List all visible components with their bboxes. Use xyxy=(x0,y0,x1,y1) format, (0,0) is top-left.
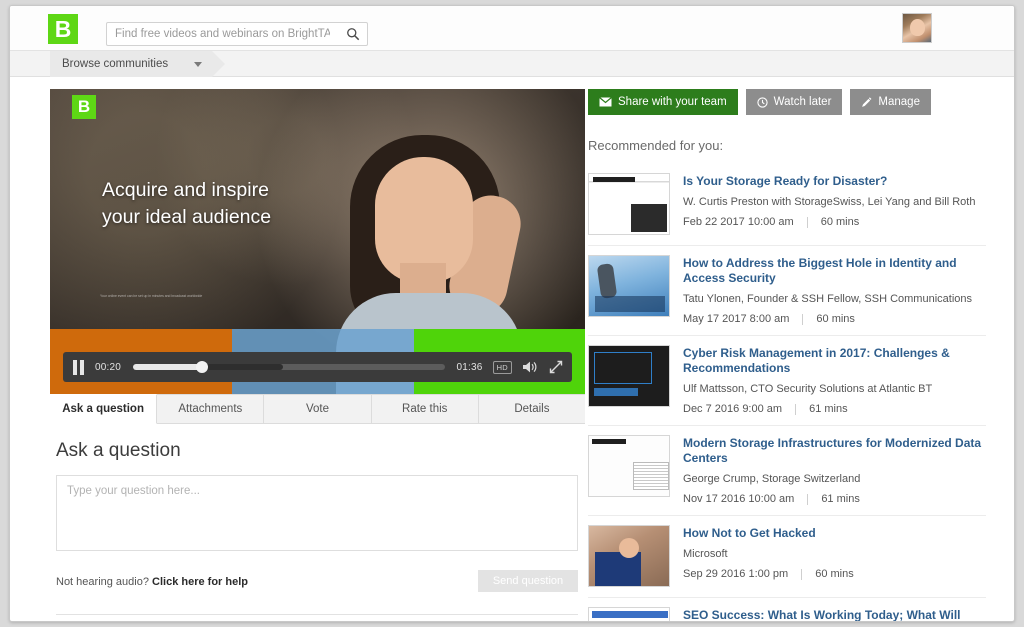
webinar-meta: Feb 22 2017 10:00 am 60 mins xyxy=(683,216,986,228)
list-item[interactable]: How to Address the Biggest Hole in Ident… xyxy=(588,246,986,336)
watch-later-label: Watch later xyxy=(773,96,832,108)
webinar-meta: May 17 2017 8:00 am 60 mins xyxy=(683,313,986,325)
webinar-thumbnail xyxy=(588,435,670,497)
webinar-meta: Sep 29 2016 1:00 pm 60 mins xyxy=(683,568,986,580)
webinar-date: Nov 17 2016 10:00 am xyxy=(683,493,795,505)
webinar-speaker: George Crump, Storage Switzerland xyxy=(683,473,861,485)
video-brand-badge: B xyxy=(72,95,96,119)
video-player[interactable]: Acquire and inspire your ideal audience … xyxy=(50,89,585,394)
volume-icon[interactable] xyxy=(522,360,538,374)
meta-separator xyxy=(807,493,809,505)
brighttalk-logo[interactable]: B xyxy=(48,14,78,44)
webinar-speaker: Tatu Ylonen, Founder & SSH Fellow, SSH C… xyxy=(683,293,972,305)
question-input[interactable] xyxy=(56,475,578,551)
webinar-thumbnail xyxy=(588,255,670,317)
webinar-date: Sep 29 2016 1:00 pm xyxy=(683,568,789,580)
fullscreen-icon[interactable] xyxy=(549,360,563,374)
envelope-icon xyxy=(599,97,612,107)
browse-communities-dropdown[interactable]: Browse communities xyxy=(50,51,225,77)
webinar-meta: Dec 7 2016 9:00 am 61 mins xyxy=(683,403,986,415)
search-box[interactable] xyxy=(106,22,368,46)
list-item[interactable]: Cyber Risk Management in 2017: Challenge… xyxy=(588,336,986,426)
webinar-meta: Nov 17 2016 10:00 am 61 mins xyxy=(683,493,986,505)
webinar-speaker: W. Curtis Preston with StorageSwiss, Lei… xyxy=(683,196,976,208)
tab-rate-this[interactable]: Rate this xyxy=(371,394,479,423)
tab-vote[interactable]: Vote xyxy=(264,394,372,423)
player-tabs: Ask a question Attachments Vote Rate thi… xyxy=(50,394,586,424)
ask-question-title: Ask a question xyxy=(56,440,181,461)
webinar-duration: 60 mins xyxy=(816,313,855,325)
webinar-duration: 61 mins xyxy=(821,493,860,505)
webinar-duration: 60 mins xyxy=(815,568,854,580)
browse-communities-label: Browse communities xyxy=(62,58,169,70)
browser-page: B Browse communities xyxy=(9,5,1015,622)
webinar-speaker: Microsoft xyxy=(683,548,728,560)
played-bar xyxy=(133,364,202,370)
pencil-icon xyxy=(862,96,872,107)
webinar-date: Dec 7 2016 9:00 am xyxy=(683,403,783,415)
list-item[interactable]: SEO Success: What Is Working Today; What… xyxy=(588,598,986,621)
elapsed-time: 00:20 xyxy=(95,361,122,373)
tab-details[interactable]: Details xyxy=(478,394,586,423)
avatar[interactable] xyxy=(902,13,932,43)
player-column: Acquire and inspire your ideal audience … xyxy=(50,89,586,621)
pause-icon[interactable] xyxy=(72,359,86,375)
clock-icon xyxy=(757,96,768,108)
video-headline-line2: your ideal audience xyxy=(102,206,272,228)
chevron-down-icon xyxy=(194,61,202,67)
meta-separator xyxy=(801,568,803,580)
list-item[interactable]: How Not to Get Hacked Microsoft Sep 29 2… xyxy=(588,516,986,598)
share-with-team-button[interactable]: Share with your team xyxy=(588,89,738,115)
tab-ask-a-question[interactable]: Ask a question xyxy=(50,394,158,424)
manage-label: Manage xyxy=(878,96,920,108)
webinar-duration: 60 mins xyxy=(820,216,860,228)
webinar-duration: 61 mins xyxy=(809,403,848,415)
site-header: B xyxy=(10,6,1014,51)
manage-button[interactable]: Manage xyxy=(850,89,931,115)
video-headline-line1: Acquire and inspire xyxy=(102,179,269,201)
video-slide-legal-text: Your online event can be set up in minut… xyxy=(100,294,203,298)
recommended-heading: Recommended for you: xyxy=(588,138,724,153)
action-buttons: Share with your team Watch later Manage xyxy=(588,89,986,115)
main-content: Acquire and inspire your ideal audience … xyxy=(10,77,1014,621)
scrubber-handle[interactable] xyxy=(195,361,208,373)
ask-question-panel: Ask a question Not hearing audio? Click … xyxy=(50,424,585,621)
sidebar-column: Share with your team Watch later Manage xyxy=(588,89,986,621)
webinar-date: Feb 22 2017 10:00 am xyxy=(683,216,794,228)
webinar-title[interactable]: Is Your Storage Ready for Disaster? xyxy=(683,174,986,189)
hd-quality-badge[interactable]: HD xyxy=(492,360,512,374)
section-divider xyxy=(56,614,578,615)
webinar-thumbnail xyxy=(588,607,670,621)
webinar-title[interactable]: Cyber Risk Management in 2017: Challenge… xyxy=(683,346,986,376)
webinar-speaker: Ulf Mattsson, CTO Security Solutions at … xyxy=(683,383,933,395)
list-item[interactable]: Modern Storage Infrastructures for Moder… xyxy=(588,426,986,516)
webinar-title[interactable]: SEO Success: What Is Working Today; What… xyxy=(683,608,986,621)
audio-help-prefix: Not hearing audio? xyxy=(56,576,153,588)
recommended-list: Is Your Storage Ready for Disaster? W. C… xyxy=(588,164,986,621)
search-input[interactable] xyxy=(115,23,330,45)
audio-help-link[interactable]: Click here for help xyxy=(152,576,248,588)
meta-separator xyxy=(806,216,808,228)
player-controls: 00:20 01:36 HD xyxy=(63,352,572,382)
webinar-title[interactable]: Modern Storage Infrastructures for Moder… xyxy=(683,436,986,466)
communities-bar: Browse communities xyxy=(10,51,1014,77)
total-duration: 01:36 xyxy=(456,361,483,373)
watch-later-button[interactable]: Watch later xyxy=(745,89,843,115)
tab-attachments[interactable]: Attachments xyxy=(157,394,265,423)
webinar-thumbnail xyxy=(588,173,670,235)
meta-separator xyxy=(802,313,804,325)
progress-scrubber[interactable] xyxy=(133,361,445,373)
ask-question-footer: Not hearing audio? Click here for help S… xyxy=(56,570,578,600)
search-icon[interactable] xyxy=(346,27,360,41)
webinar-title[interactable]: How Not to Get Hacked xyxy=(683,526,986,541)
webinar-thumbnail xyxy=(588,525,670,587)
video-slide-headline: Acquire and inspire your ideal audience xyxy=(102,177,317,231)
webinar-title[interactable]: How to Address the Biggest Hole in Ident… xyxy=(683,256,986,286)
send-question-button[interactable]: Send question xyxy=(478,570,578,592)
share-button-label: Share with your team xyxy=(618,96,727,108)
webinar-date: May 17 2017 8:00 am xyxy=(683,313,790,325)
list-item[interactable]: Is Your Storage Ready for Disaster? W. C… xyxy=(588,164,986,246)
meta-separator xyxy=(795,403,797,415)
webinar-thumbnail xyxy=(588,345,670,407)
